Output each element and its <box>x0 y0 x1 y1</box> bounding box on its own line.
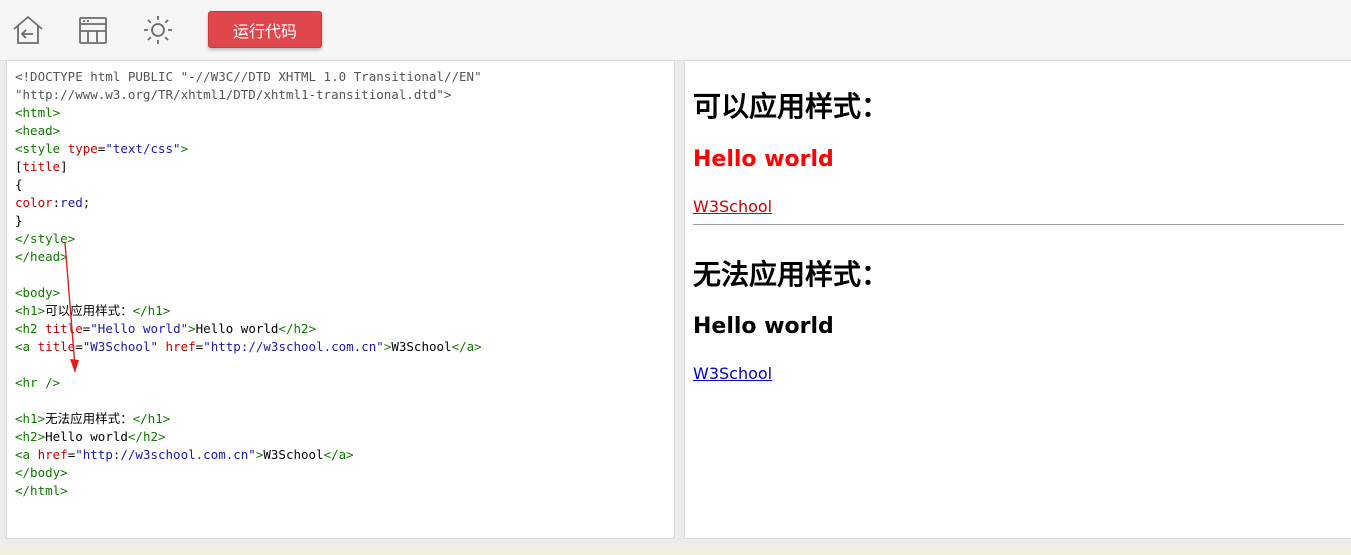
code-line[interactable]: "http://www.w3.org/TR/xhtml1/DTD/xhtml1-… <box>15 86 482 104</box>
code-token: > <box>180 141 189 156</box>
code-line[interactable]: </body> <box>15 464 482 482</box>
code-line[interactable]: <h2 title="Hello world">Hello world</h2> <box>15 320 482 338</box>
code-line[interactable]: <h1>无法应用样式：</h1> <box>15 410 482 428</box>
code-line[interactable]: <html> <box>15 104 482 122</box>
code-line[interactable] <box>15 266 482 284</box>
code-token: <h2 <box>15 321 46 336</box>
code-line[interactable]: } <box>15 212 482 230</box>
code-token: <style <box>15 141 68 156</box>
code-line[interactable] <box>15 392 482 410</box>
code-token: </a> <box>451 339 482 354</box>
code-line[interactable]: <a title="W3School" href="http://w3schoo… <box>15 338 482 356</box>
code-token: { <box>15 177 23 192</box>
code-line[interactable]: </head> <box>15 248 482 266</box>
code-token: </h1> <box>132 303 171 318</box>
code-token: </h2> <box>278 321 317 336</box>
preview-pane: 可以应用样式： Hello world W3School 无法应用样式： Hel… <box>684 60 1351 539</box>
code-token: </head> <box>15 249 68 264</box>
code-token: <hr /> <box>15 375 61 390</box>
code-token: "http://www.w3.org/TR/xhtml1/DTD/xhtml1-… <box>15 87 452 102</box>
code-token: "text/css" <box>105 141 181 156</box>
code-line[interactable]: <body> <box>15 284 482 302</box>
preview-link-plain[interactable]: W3School <box>693 364 772 383</box>
code-token: href <box>165 339 196 354</box>
code-token: title <box>37 339 76 354</box>
code-line[interactable]: <head> <box>15 122 482 140</box>
code-token: 可以应用样式： <box>45 303 133 318</box>
code-token: red <box>60 195 83 210</box>
code-line[interactable]: <h2>Hello world</h2> <box>15 428 482 446</box>
code-token: "Hello world" <box>90 321 189 336</box>
code-line[interactable]: <h1>可以应用样式：</h1> <box>15 302 482 320</box>
code-line[interactable]: <a href="http://w3school.com.cn">W3Schoo… <box>15 446 482 464</box>
code-token: color <box>15 195 53 210</box>
code-line[interactable]: </style> <box>15 230 482 248</box>
code-token: <h1> <box>15 303 46 318</box>
status-strip <box>0 545 1351 555</box>
code-token: <a <box>15 339 38 354</box>
code-token: <head> <box>15 123 61 138</box>
code-token: = <box>75 339 83 354</box>
code-token: <html> <box>15 105 61 120</box>
code-line[interactable]: <style type="text/css"> <box>15 140 482 158</box>
code-token: "http://w3school.com.cn" <box>75 447 256 462</box>
code-token: <!DOCTYPE html PUBLIC "-//W3C//DTD XHTML… <box>15 69 482 84</box>
code-line[interactable]: color:red; <box>15 194 482 212</box>
code-token: <a <box>15 447 38 462</box>
preview-link-titled[interactable]: W3School <box>693 197 772 216</box>
code-token: } <box>15 213 23 228</box>
code-token: 无法应用样式： <box>45 411 133 426</box>
code-token: type <box>67 141 98 156</box>
toolbar: 运行代码 <box>0 0 1351 61</box>
code-token: ] <box>60 159 68 174</box>
code-token: </html> <box>15 483 68 498</box>
code-line[interactable]: [title] <box>15 158 482 176</box>
code-token: title <box>45 321 83 336</box>
theme-sun-icon[interactable] <box>141 13 175 47</box>
code-token: </h1> <box>132 411 171 426</box>
preview-h1-styled: 可以应用样式： <box>693 90 890 123</box>
code-token: </a> <box>323 447 354 462</box>
code-token: ; <box>82 195 91 210</box>
code-token: Hello world <box>195 321 279 336</box>
code-line[interactable]: <hr /> <box>15 374 482 392</box>
layout-icon[interactable] <box>76 13 110 47</box>
code-line[interactable]: <!DOCTYPE html PUBLIC "-//W3C//DTD XHTML… <box>15 68 482 86</box>
preview-h2-titled: Hello world <box>693 147 834 172</box>
code-token: <h1> <box>15 411 46 426</box>
code-token: </h2> <box>127 429 166 444</box>
back-icon[interactable] <box>11 13 45 47</box>
code-token: Hello world <box>45 429 128 444</box>
code-token: </body> <box>15 465 68 480</box>
code-token: "W3School" <box>82 339 159 354</box>
code-editor[interactable]: <!DOCTYPE html PUBLIC "-//W3C//DTD XHTML… <box>6 60 675 539</box>
code-token: [ <box>15 159 23 174</box>
code-line[interactable]: </html> <box>15 482 482 500</box>
code-token: W3School <box>391 339 452 354</box>
code-line[interactable]: { <box>15 176 482 194</box>
preview-hr <box>693 224 1344 225</box>
code-token: > <box>188 321 196 336</box>
code-token: <body> <box>15 285 61 300</box>
run-code-button[interactable]: 运行代码 <box>208 11 322 48</box>
preview-h1-unstyled: 无法应用样式： <box>693 258 890 291</box>
code-token: </style> <box>15 231 76 246</box>
code-token: <h2> <box>15 429 46 444</box>
preview-h2-plain: Hello world <box>693 314 834 339</box>
code-token: href <box>37 447 68 462</box>
code-token: title <box>22 159 61 174</box>
code-token: W3School <box>263 447 324 462</box>
code-token: "http://w3school.com.cn" <box>203 339 384 354</box>
code-line[interactable] <box>15 356 482 374</box>
code-text[interactable]: <!DOCTYPE html PUBLIC "-//W3C//DTD XHTML… <box>15 68 482 500</box>
